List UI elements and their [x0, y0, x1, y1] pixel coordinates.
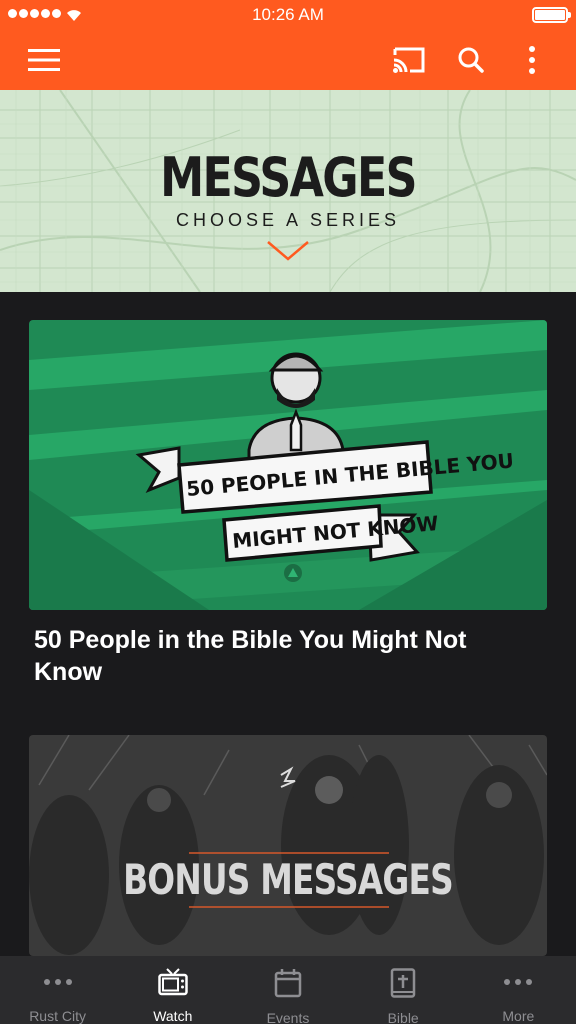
series-card[interactable]: BONUS MESSAGES [29, 735, 547, 956]
tab-events[interactable]: Events [230, 956, 345, 1024]
app-bar [0, 30, 576, 90]
signal-strength-icon [8, 9, 61, 18]
status-time: 10:26 AM [252, 5, 324, 24]
tab-more[interactable]: More [461, 956, 576, 1024]
hero-title: MESSAGES [160, 146, 417, 209]
cast-icon[interactable] [389, 40, 429, 80]
tab-label: Watch [153, 1008, 193, 1024]
more-vertical-icon[interactable] [512, 40, 552, 80]
bottom-tab-bar: Rust City Watch Events Bible More [0, 956, 576, 1024]
tab-rust-city[interactable]: Rust City [0, 956, 115, 1024]
battery-icon [532, 7, 571, 23]
tab-label: Events [266, 1010, 310, 1024]
messages-hero-banner: MESSAGES CHOOSE A SERIES [0, 90, 576, 292]
series-card[interactable]: 50 PEOPLE IN THE BIBLE YOU MIGHT NOT KNO… [29, 320, 547, 688]
hamburger-menu-icon[interactable] [24, 40, 64, 80]
series-artwork[interactable]: BONUS MESSAGES [29, 735, 547, 956]
tab-label: Rust City [29, 1008, 86, 1024]
chevron-down-icon [267, 241, 309, 261]
hero-subtitle: CHOOSE A SERIES [175, 210, 401, 230]
bible-icon [388, 968, 418, 998]
calendar-icon [273, 968, 303, 998]
artwork-title: BONUS MESSAGES [123, 855, 454, 904]
tv-icon [158, 968, 188, 996]
series-title[interactable]: 50 People in the Bible You Might Not Kno… [29, 624, 509, 688]
series-artwork[interactable]: 50 PEOPLE IN THE BIBLE YOU MIGHT NOT KNO… [29, 320, 547, 610]
tab-label: Bible [387, 1010, 419, 1024]
tab-watch[interactable]: Watch [115, 956, 230, 1024]
tab-bible[interactable]: Bible [346, 956, 461, 1024]
status-bar: 10:26 AM [0, 0, 576, 30]
search-icon[interactable] [451, 40, 491, 80]
more-dots-icon [503, 968, 533, 996]
tab-label: More [502, 1008, 535, 1024]
wifi-icon [67, 10, 81, 21]
more-dots-icon [43, 968, 73, 996]
